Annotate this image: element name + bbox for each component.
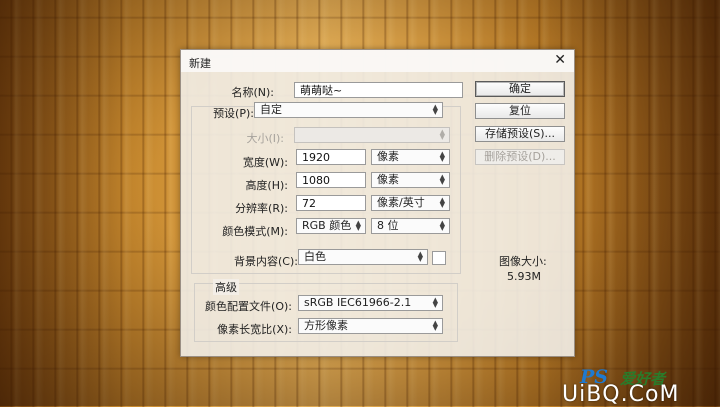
- name-input[interactable]: [294, 82, 463, 98]
- updown-arrow-icon: ▲ ▼: [439, 219, 445, 232]
- background-select[interactable]: 白色 ▲ ▼: [298, 249, 428, 265]
- dialog-titlebar: 新建 ✕: [181, 50, 574, 72]
- close-icon[interactable]: ✕: [554, 52, 566, 68]
- updown-arrow-icon: ▲ ▼: [432, 103, 438, 116]
- updown-arrow-icon: ▲ ▼: [355, 219, 361, 232]
- color-mode-select[interactable]: RGB 颜色 ▲ ▼: [296, 218, 366, 234]
- preset-value: 自定: [260, 103, 282, 116]
- new-document-dialog: 新建 ✕ 名称(N): 预设(P): 自定 ▲▼ 大小(I): ▲▼ 宽度(W)…: [180, 49, 575, 357]
- color-mode-label: 颜色模式(M):: [222, 225, 288, 238]
- height-input[interactable]: [296, 172, 366, 188]
- preset-select[interactable]: 自定 ▲ ▼: [254, 102, 443, 118]
- reset-button[interactable]: 复位: [475, 103, 565, 119]
- updown-arrow-icon: ▲ ▼: [439, 128, 445, 141]
- background-color-swatch[interactable]: [432, 251, 446, 265]
- pixel-aspect-label: 像素长宽比(X):: [217, 323, 292, 336]
- background-label: 背景内容(C):: [234, 255, 298, 268]
- updown-arrow-icon: ▲ ▼: [432, 296, 438, 309]
- height-label: 高度(H):: [245, 179, 288, 192]
- height-unit-value: 像素: [377, 173, 399, 186]
- updown-arrow-icon: ▲ ▼: [439, 173, 445, 186]
- resolution-unit-select[interactable]: 像素/英寸 ▲ ▼: [371, 195, 450, 211]
- pixel-aspect-select[interactable]: 方形像素 ▲ ▼: [298, 318, 443, 334]
- width-unit-value: 像素: [377, 150, 399, 163]
- watermark-site: UiBQ.CoM: [562, 382, 680, 407]
- width-label: 宽度(W):: [242, 156, 288, 169]
- size-select: ▲ ▼: [294, 127, 450, 143]
- updown-arrow-icon: ▲ ▼: [439, 150, 445, 163]
- name-label: 名称(N):: [231, 86, 274, 99]
- resolution-label: 分辨率(R):: [235, 202, 288, 215]
- updown-arrow-icon: ▲ ▼: [439, 196, 445, 209]
- site-watermark-logo: PS 爱好者 UiBQ.CoM: [562, 366, 720, 407]
- image-size-label: 图像大小:: [499, 255, 547, 268]
- color-mode-value: RGB 颜色: [302, 219, 352, 232]
- dialog-title: 新建: [189, 57, 211, 70]
- save-preset-button[interactable]: 存储预设(S)...: [475, 126, 565, 142]
- width-input[interactable]: [296, 149, 366, 165]
- updown-arrow-icon: ▲ ▼: [432, 319, 438, 332]
- color-profile-select[interactable]: sRGB IEC61966-2.1 ▲ ▼: [298, 295, 443, 311]
- pixel-aspect-value: 方形像素: [304, 319, 348, 332]
- ok-button[interactable]: 确定: [475, 81, 565, 97]
- preset-label: 预设(P):: [213, 107, 254, 120]
- updown-arrow-icon: ▲ ▼: [417, 250, 423, 263]
- color-profile-value: sRGB IEC61966-2.1: [304, 296, 412, 309]
- delete-preset-button: 删除预设(D)...: [475, 149, 565, 165]
- resolution-input[interactable]: [296, 195, 366, 211]
- color-profile-label: 颜色配置文件(O):: [205, 300, 292, 313]
- bit-depth-value: 8 位: [377, 219, 399, 232]
- width-unit-select[interactable]: 像素 ▲ ▼: [371, 149, 450, 165]
- size-label: 大小(I):: [246, 132, 284, 145]
- background-value: 白色: [304, 250, 326, 263]
- resolution-unit-value: 像素/英寸: [377, 196, 425, 209]
- image-size-value: 5.93M: [507, 270, 541, 283]
- bit-depth-select[interactable]: 8 位 ▲ ▼: [371, 218, 450, 234]
- advanced-label: 高级: [213, 279, 239, 295]
- height-unit-select[interactable]: 像素 ▲ ▼: [371, 172, 450, 188]
